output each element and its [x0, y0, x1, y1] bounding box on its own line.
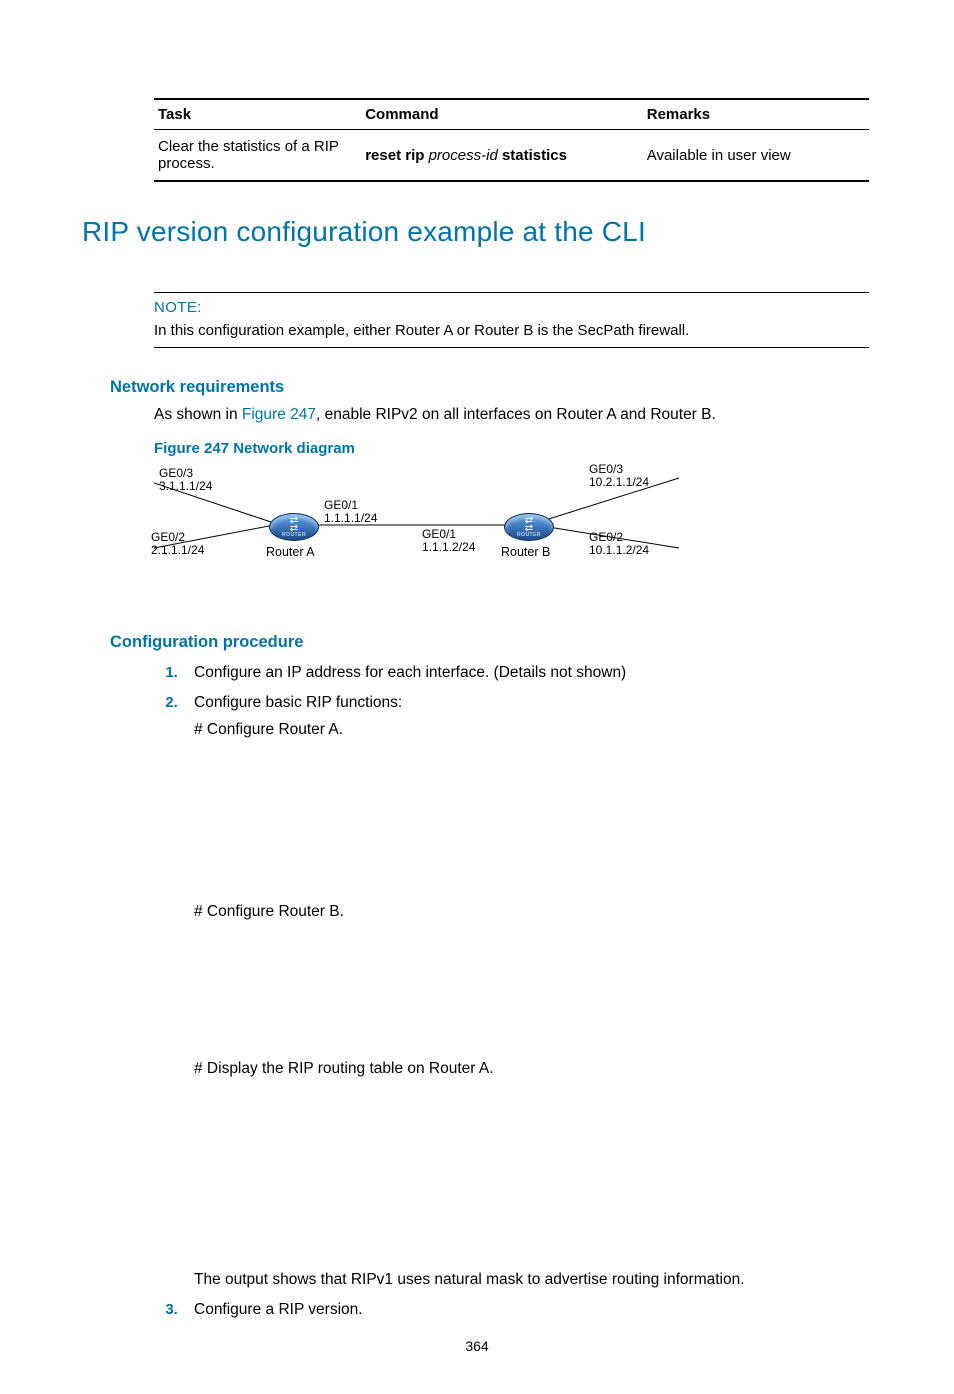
command-table: Task Command Remarks Clear the statistic… — [154, 98, 869, 182]
cmd-literal-1: reset rip — [365, 147, 428, 164]
figure-link[interactable]: Figure 247 — [242, 406, 316, 423]
label-a-ge02: GE0/22.1.1.1/24 — [151, 531, 204, 557]
procedure-list: Configure an IP address for each interfa… — [154, 662, 872, 1321]
network-diagram: ⇄⇄ ⇄⇄ GE0/33.1.1.1/24 GE0/22.1.1.1/24 GE… — [154, 463, 714, 583]
step-3: Configure a RIP version. — [182, 1299, 872, 1321]
router-a-icon: ⇄⇄ — [269, 513, 319, 541]
text-pre: As shown in — [154, 406, 242, 423]
figure-caption: Figure 247 Network diagram — [154, 440, 872, 457]
cell-remarks: Available in user view — [607, 130, 869, 182]
col-command: Command — [361, 99, 607, 130]
cell-task: Clear the statistics of a RIP process. — [154, 130, 361, 182]
cell-command: reset rip process-id statistics — [361, 130, 607, 182]
router-b-label: Router B — [501, 545, 550, 559]
cmd-arg: process-id — [429, 147, 498, 164]
text-post: , enable RIPv2 on all interfaces on Rout… — [316, 406, 716, 423]
label-b-ge02: GE0/210.1.1.2/24 — [589, 531, 649, 557]
step-2c: # Display the RIP routing table on Route… — [194, 1058, 872, 1080]
cmd-literal-2: statistics — [498, 147, 567, 164]
table-header-row: Task Command Remarks — [154, 99, 869, 130]
step-2d: The output shows that RIPv1 uses natural… — [194, 1269, 872, 1291]
page-number: 364 — [0, 1338, 954, 1354]
step-2b: # Configure Router B. — [194, 901, 872, 923]
router-b-icon: ⇄⇄ — [504, 513, 554, 541]
step-2a: # Configure Router A. — [194, 719, 872, 741]
table-row: Clear the statistics of a RIP process. r… — [154, 130, 869, 182]
label-b-ge01: GE0/11.1.1.2/24 — [422, 528, 475, 554]
label-b-ge03: GE0/310.2.1.1/24 — [589, 463, 649, 489]
net-req-text: As shown in Figure 247, enable RIPv2 on … — [154, 405, 872, 426]
col-remarks: Remarks — [607, 99, 869, 130]
label-a-ge03: GE0/33.1.1.1/24 — [159, 467, 212, 493]
router-a-label: Router A — [266, 545, 315, 559]
note-box: NOTE: In this configuration example, eit… — [154, 292, 869, 348]
note-label: NOTE: — [154, 299, 869, 316]
label-a-ge01: GE0/11.1.1.1/24 — [324, 499, 377, 525]
section-network-requirements: Network requirements — [110, 378, 872, 397]
section-configuration-procedure: Configuration procedure — [110, 633, 872, 652]
col-task: Task — [154, 99, 361, 130]
page-title: RIP version configuration example at the… — [82, 216, 872, 248]
step-1: Configure an IP address for each interfa… — [182, 662, 872, 684]
step-2: Configure basic RIP functions: # Configu… — [182, 692, 872, 1291]
note-text: In this configuration example, either Ro… — [154, 322, 869, 339]
